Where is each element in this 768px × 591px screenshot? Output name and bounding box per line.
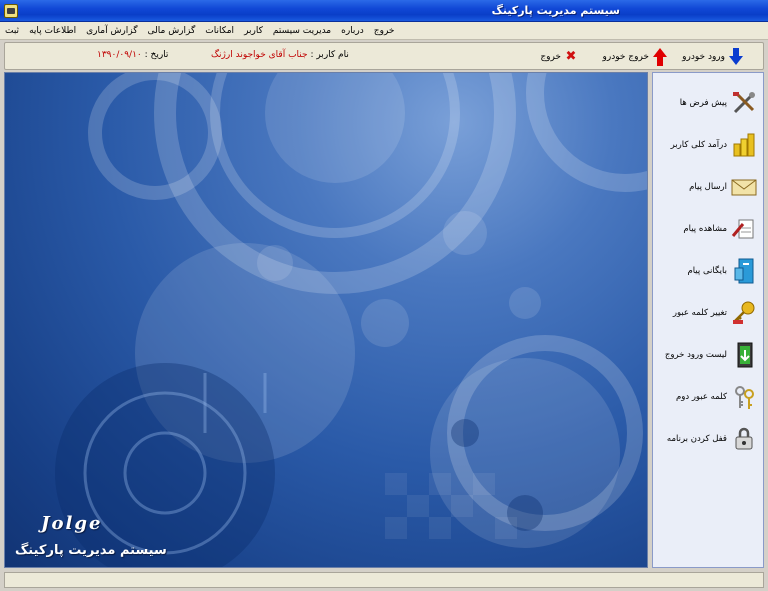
archive-icon xyxy=(731,258,757,284)
sidebar-item-user-income[interactable]: درآمد کلی کاربر xyxy=(657,129,757,161)
arrow-up-icon xyxy=(653,48,667,66)
title-bar: سیستم مدیریت پارکینگ xyxy=(0,0,768,22)
sidebar: پیش فرض ها درآمد کلی کاربر ارسال پیام مش… xyxy=(652,72,764,568)
app-icon[interactable] xyxy=(4,4,18,18)
read-message-icon xyxy=(731,216,757,242)
sidebar-item-send-message[interactable]: ارسال پیام xyxy=(657,171,757,203)
menu-features[interactable]: امکانات xyxy=(200,26,239,36)
main-background: Jolge سیستم مدیریت پارکینگ xyxy=(4,72,648,568)
close-icon: ✖ xyxy=(565,49,577,64)
exit-button[interactable]: ✖ خروج xyxy=(540,47,577,67)
coins-icon xyxy=(731,132,757,158)
menu-register[interactable]: ثبت xyxy=(0,26,24,36)
sidebar-item-lock-app[interactable]: قفل کردن برنامه xyxy=(657,423,757,455)
car-entry-button[interactable]: ورود خودرو xyxy=(682,47,743,67)
brand-caption: سیستم مدیریت پارکینگ xyxy=(15,543,167,558)
user-info: نام کاربر : جناب آقای خواجوند ارژنگ xyxy=(211,50,349,60)
sidebar-item-entry-exit-list[interactable]: لیست ورود خروج xyxy=(657,339,757,371)
menu-base-info[interactable]: اطلاعات پایه xyxy=(24,26,81,36)
status-bar xyxy=(4,572,764,588)
key-icon xyxy=(731,300,757,326)
menu-bar: ثبت اطلاعات پایه گزارش آماری گزارش مالی … xyxy=(0,22,768,40)
sidebar-item-message-archive[interactable]: بایگانی پیام xyxy=(657,255,757,287)
window-title: سیستم مدیریت پارکینگ xyxy=(491,4,620,17)
menu-financial-report[interactable]: گزارش مالی xyxy=(143,26,201,36)
door-icon xyxy=(731,342,757,368)
car-exit-button[interactable]: خروج خودرو xyxy=(603,47,667,67)
keys-icon xyxy=(731,384,757,410)
sidebar-item-view-message[interactable]: مشاهده پیام xyxy=(657,213,757,245)
envelope-icon xyxy=(731,174,757,200)
sidebar-item-second-password[interactable]: کلمه عبور دوم xyxy=(657,381,757,413)
gears-artwork xyxy=(55,73,647,567)
menu-exit[interactable]: خروج xyxy=(369,26,400,36)
menu-stats-report[interactable]: گزارش آماری xyxy=(81,26,142,36)
lock-icon xyxy=(731,426,757,452)
tools-icon xyxy=(731,90,757,116)
date-info: تاریخ : ۱۳۹۰/۰۹/۱۰ xyxy=(97,50,169,60)
toolbar: ورود خودرو خروج خودرو ✖ خروج نام کاربر :… xyxy=(4,42,764,70)
arrow-down-icon xyxy=(729,48,743,66)
sidebar-item-change-password[interactable]: تغییر کلمه عبور xyxy=(657,297,757,329)
menu-system-admin[interactable]: مدیریت سیستم xyxy=(268,26,336,36)
menu-user[interactable]: کاربر xyxy=(239,26,268,36)
sidebar-item-defaults[interactable]: پیش فرض ها xyxy=(657,87,757,119)
menu-about[interactable]: درباره xyxy=(336,26,369,36)
logo: Jolge xyxy=(41,513,103,534)
